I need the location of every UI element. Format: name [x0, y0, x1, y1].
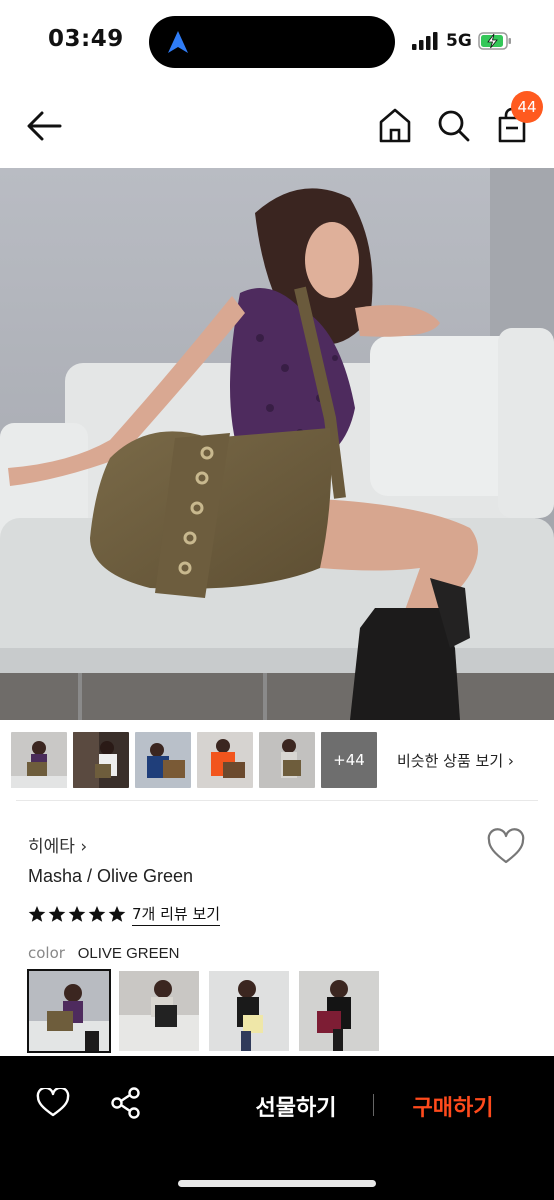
- thumbnail-image[interactable]: [73, 732, 129, 788]
- gift-button[interactable]: 선물하기: [236, 1090, 356, 1122]
- dynamic-island: [149, 16, 395, 68]
- thumbnail-image[interactable]: [197, 732, 253, 788]
- similar-products-link[interactable]: 비슷한 상품 보기 ›: [397, 750, 514, 771]
- color-option-olive-green[interactable]: [27, 969, 111, 1053]
- swatch-photo: [29, 971, 109, 1051]
- image-thumbnail-row: +44 비슷한 상품 보기 ›: [0, 720, 554, 800]
- product-main-image[interactable]: [0, 168, 554, 720]
- status-bar: 03:49 5G: [0, 0, 554, 84]
- hero-photo: [0, 168, 554, 720]
- cellular-signal-icon: [412, 32, 438, 50]
- divider: [16, 800, 538, 801]
- back-arrow-icon[interactable]: [24, 106, 64, 146]
- thumbnail-photo: [197, 732, 253, 788]
- navigation-arrow-icon: [168, 31, 188, 53]
- review-link[interactable]: 7개 리뷰 보기: [132, 903, 221, 926]
- app-bar: [0, 84, 554, 168]
- product-title: Masha / Olive Green: [28, 866, 194, 886]
- brand-link[interactable]: 히에타 ›: [28, 832, 87, 857]
- thumbnail-photo: [135, 732, 191, 788]
- home-indicator[interactable]: [178, 1180, 376, 1187]
- color-label: color: [28, 944, 65, 962]
- buy-button[interactable]: 구매하기: [396, 1090, 510, 1122]
- wishlist-heart-icon[interactable]: [36, 1088, 70, 1118]
- selected-color-name: OLIVE GREEN: [77, 945, 180, 962]
- network-type: 5G: [446, 31, 472, 51]
- battery-charging-icon: [478, 32, 511, 50]
- search-icon[interactable]: [434, 106, 474, 146]
- swatch-photo: [119, 971, 199, 1051]
- cart-count-badge: 44: [511, 91, 543, 123]
- home-icon[interactable]: [376, 106, 414, 146]
- color-row: color OLIVE GREEN: [28, 944, 179, 962]
- color-option-black[interactable]: [119, 971, 199, 1051]
- thumbnail-image[interactable]: [11, 732, 67, 788]
- heart-icon[interactable]: [486, 828, 526, 866]
- button-divider: [373, 1094, 374, 1116]
- thumbnail-image[interactable]: [259, 732, 315, 788]
- color-option-burgundy[interactable]: [299, 971, 379, 1051]
- bottom-action-bar: 선물하기 구매하기: [0, 1056, 554, 1200]
- more-images-button[interactable]: +44: [321, 732, 377, 788]
- color-option-butter[interactable]: [209, 971, 289, 1051]
- thumbnail-photo: [73, 732, 129, 788]
- swatch-photo: [299, 971, 379, 1051]
- share-icon[interactable]: [110, 1086, 142, 1120]
- thumbnail-photo: [259, 732, 315, 788]
- status-time: 03:49: [48, 26, 124, 52]
- thumbnail-photo: [11, 732, 67, 788]
- swatch-photo: [209, 971, 289, 1051]
- star-rating-icon: [28, 906, 126, 922]
- thumbnail-image[interactable]: [135, 732, 191, 788]
